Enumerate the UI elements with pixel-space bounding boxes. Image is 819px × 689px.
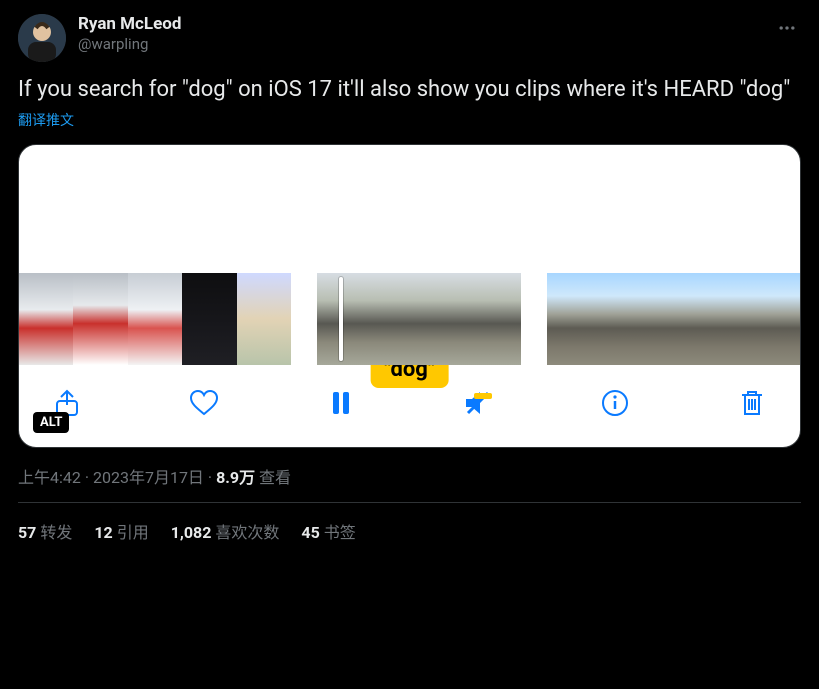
frame	[758, 273, 800, 365]
tooltip-marker	[474, 393, 492, 399]
clip-2[interactable]	[317, 273, 521, 365]
frame	[632, 273, 674, 365]
trash-icon[interactable]	[734, 385, 770, 421]
avatar[interactable]	[18, 14, 66, 62]
pause-icon[interactable]	[323, 385, 359, 421]
display-name[interactable]: Ryan McLeod	[78, 14, 181, 34]
info-icon[interactable]	[597, 385, 633, 421]
quotes[interactable]: 12引用	[94, 519, 148, 543]
playhead[interactable]	[339, 277, 343, 361]
mute-icon[interactable]	[460, 385, 496, 421]
alt-badge[interactable]: ALT	[33, 412, 69, 433]
tweet-meta: 上午4:42 · 2023年7月17日 · 8.9万 查看	[18, 464, 801, 488]
media-inner: "dog"	[19, 273, 800, 447]
handle[interactable]: @warpling	[78, 34, 181, 54]
clip-1[interactable]	[19, 273, 291, 365]
date[interactable]: 2023年7月17日	[93, 468, 204, 487]
clip-3[interactable]	[547, 273, 800, 365]
frame	[547, 273, 589, 365]
more-button[interactable]	[773, 14, 801, 42]
frame	[182, 273, 236, 365]
views-count: 8.9万	[216, 468, 255, 487]
frame	[19, 273, 73, 365]
frame	[128, 273, 182, 365]
frame	[368, 273, 419, 365]
frame	[470, 273, 521, 365]
tweet-header: Ryan McLeod @warpling	[18, 14, 801, 62]
media-card[interactable]: "dog"	[18, 144, 801, 448]
frame	[419, 273, 470, 365]
likes[interactable]: 1,082喜欢次数	[171, 519, 280, 543]
frame	[73, 273, 127, 365]
tweet-body: If you search for "dog" on iOS 17 it'll …	[18, 76, 801, 104]
heart-icon[interactable]	[186, 385, 222, 421]
translate-link[interactable]: 翻译推文	[18, 110, 801, 130]
time[interactable]: 上午4:42	[18, 468, 81, 487]
views-label: 查看	[255, 468, 291, 487]
frame	[237, 273, 291, 365]
bookmarks[interactable]: 45书签	[301, 519, 355, 543]
retweets[interactable]: 57转发	[18, 519, 72, 543]
frame	[589, 273, 631, 365]
frame	[716, 273, 758, 365]
filmstrip	[19, 273, 800, 365]
tweet-stats: 57转发 12引用 1,082喜欢次数 45书签	[18, 503, 801, 543]
frame	[674, 273, 716, 365]
tweet-container: Ryan McLeod @warpling If you search for …	[0, 0, 819, 543]
author-names: Ryan McLeod @warpling	[78, 14, 181, 54]
